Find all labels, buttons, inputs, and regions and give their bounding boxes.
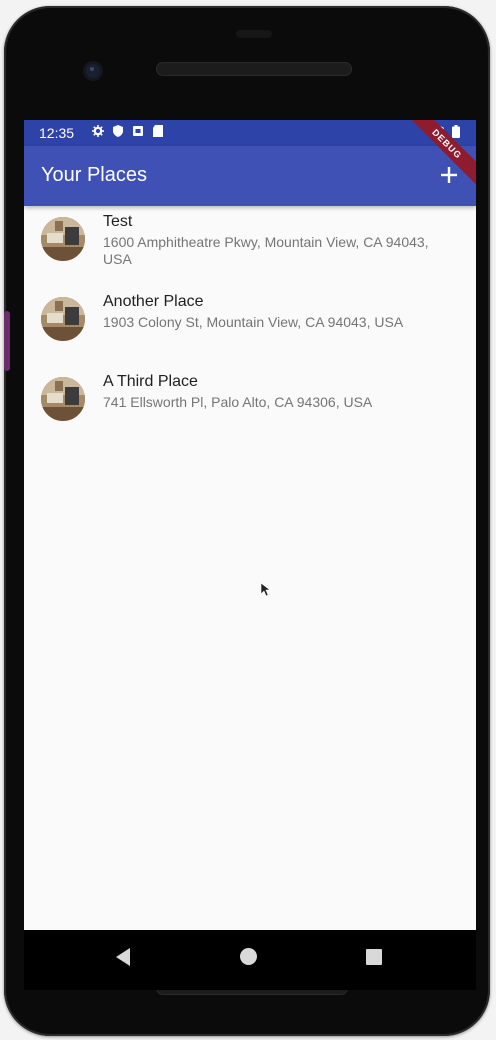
app-bar: Your Places (24, 146, 476, 206)
page-title: Your Places (41, 164, 147, 186)
battery-icon (452, 125, 460, 138)
list-item[interactable]: A Third Place 741 Ellsworth Pl, Palo Alt… (24, 366, 476, 446)
back-icon[interactable] (116, 948, 130, 966)
front-camera (86, 64, 100, 78)
place-thumbnail (41, 217, 85, 261)
place-thumbnail (41, 297, 85, 341)
place-thumbnail (41, 377, 85, 421)
place-address: 1600 Amphitheatre Pkwy, Mountain View, C… (103, 234, 429, 267)
list-item[interactable]: Another Place 1903 Colony St, Mountain V… (24, 286, 476, 366)
home-icon[interactable] (240, 948, 257, 965)
place-title: Test (103, 213, 133, 230)
place-title: A Third Place (103, 373, 198, 390)
sim-icon (133, 126, 143, 136)
place-address: 1903 Colony St, Mountain View, CA 94043,… (103, 314, 404, 330)
place-address: 741 Ellsworth Pl, Palo Alto, CA 94306, U… (103, 394, 373, 410)
power-button (4, 311, 10, 371)
status-time: 12:35 (39, 125, 75, 141)
sd-card-icon (153, 125, 163, 137)
mouse-cursor-icon (261, 583, 271, 597)
earpiece-speaker (156, 62, 352, 76)
status-bar: 12:35 (24, 120, 476, 146)
list-item[interactable]: Test 1600 Amphitheatre Pkwy, Mountain Vi… (24, 206, 476, 286)
recents-icon[interactable] (366, 949, 382, 965)
app-screen: 12:35 Your Places DEBUG Test 1600 Amphit… (24, 120, 476, 930)
place-title: Another Place (103, 293, 204, 310)
top-slot (236, 30, 272, 38)
status-left-icons (92, 125, 164, 137)
system-nav-bar (24, 930, 476, 990)
shield-icon (113, 125, 123, 137)
gear-icon (92, 125, 104, 137)
places-list: Test 1600 Amphitheatre Pkwy, Mountain Vi… (24, 206, 476, 446)
